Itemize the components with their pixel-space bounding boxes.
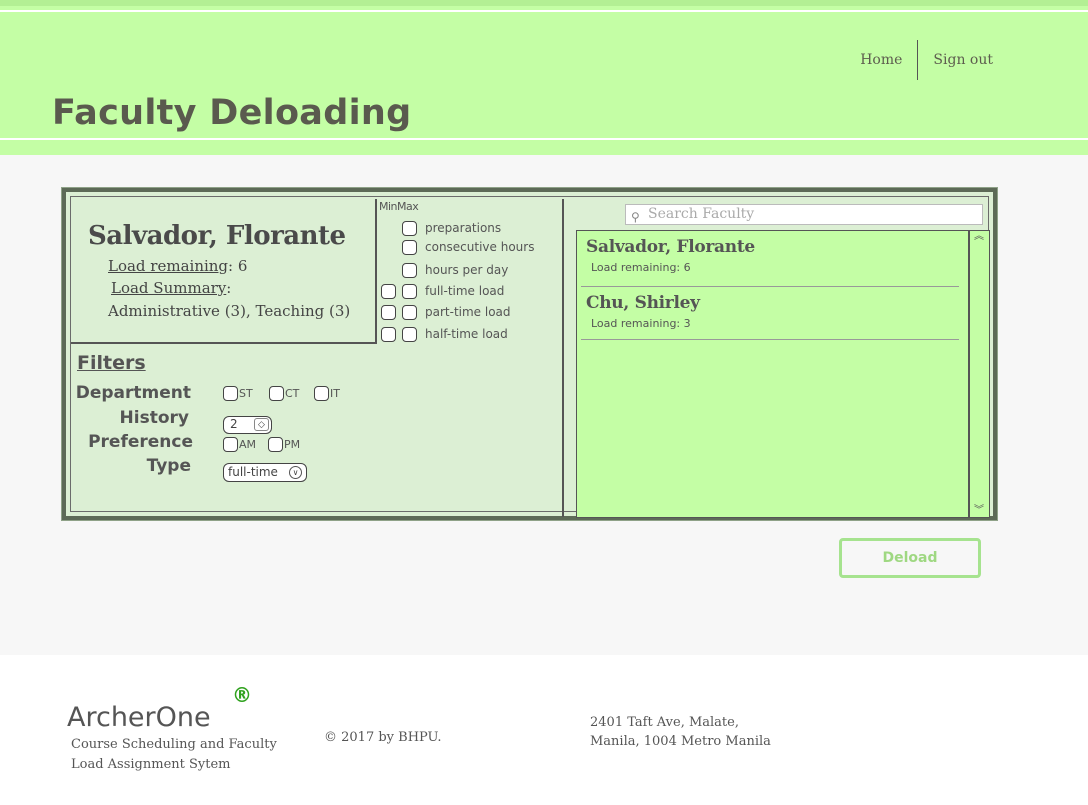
stepper-arrows-icon[interactable]: ◇	[254, 418, 269, 431]
department-option-ct[interactable]: CT	[269, 386, 299, 401]
footer-address: 2401 Taft Ave, Malate, Manila, 1004 Metr…	[590, 713, 771, 751]
history-value: 2	[230, 417, 238, 431]
preference-option-label: AM	[239, 438, 257, 451]
constraint-row: full-time load	[381, 281, 504, 301]
faculty-list-name: Salvador, Florante	[586, 237, 755, 257]
search-placeholder: Search Faculty	[648, 206, 755, 222]
header-line-bottom	[0, 138, 1088, 140]
constraint-row: part-time load	[381, 302, 511, 322]
constraint-row: half-time load	[381, 324, 508, 344]
constraint-label: full-time load	[425, 284, 505, 298]
type-select[interactable]: full-time ∨	[223, 463, 307, 482]
preference-option-am[interactable]: AM	[223, 437, 256, 452]
preference-label: Preference	[88, 432, 193, 452]
max-checkbox[interactable]	[402, 304, 417, 320]
preference-checkbox[interactable]	[223, 437, 238, 452]
footer-brand: ArcherOne	[67, 702, 211, 733]
site-footer: ArcherOne ® Course Scheduling and Facult…	[0, 655, 1088, 805]
search-faculty-input[interactable]: ⚲ Search Faculty	[625, 204, 983, 225]
nav-signout-link[interactable]: Sign out	[918, 40, 1008, 80]
preference-option-label: PM	[284, 438, 301, 451]
selected-faculty-box: Salvador, Florante Load remaining: 6 Loa…	[71, 199, 377, 344]
faculty-list-scrollbar[interactable]: ︽ ︾	[969, 230, 990, 518]
min-checkbox[interactable]	[381, 283, 396, 299]
type-label: Type	[146, 456, 191, 476]
constraint-label: hours per day	[425, 263, 509, 277]
scroll-up-icon[interactable]: ︽	[970, 232, 988, 242]
footer-copyright: © 2017 by BHPU.	[324, 730, 442, 745]
max-checkbox[interactable]	[402, 220, 417, 236]
load-summary-value: Administrative (3), Teaching (3)	[108, 302, 351, 320]
min-max-header: MinMax	[379, 200, 419, 213]
nav-home-link[interactable]: Home	[845, 40, 917, 80]
faculty-list-item[interactable]: Salvador, Florante Load remaining: 6	[581, 237, 959, 287]
preference-option-pm[interactable]: PM	[268, 437, 300, 452]
registered-mark: ®	[232, 683, 252, 707]
max-checkbox[interactable]	[402, 239, 417, 255]
load-summary: Load Summary:	[111, 279, 231, 297]
top-nav: Home Sign out	[845, 40, 1008, 80]
load-remaining-label: Load remaining	[108, 257, 229, 275]
constraint-row: hours per day	[381, 260, 508, 280]
faculty-list-name: Chu, Shirley	[586, 293, 700, 313]
min-label: Min	[379, 200, 398, 213]
scroll-down-icon[interactable]: ︾	[970, 506, 988, 516]
panel-inner: Salvador, Florante Load remaining: 6 Loa…	[70, 196, 990, 518]
faculty-list-item[interactable]: Chu, Shirley Load remaining: 3	[581, 293, 959, 340]
constraint-label: part-time load	[425, 305, 511, 319]
address-line-1: 2401 Taft Ave, Malate,	[590, 715, 739, 730]
department-option-st[interactable]: ST	[223, 386, 253, 401]
site-header: Home Sign out Faculty Deloading	[0, 0, 1088, 155]
max-checkbox[interactable]	[402, 326, 417, 342]
load-remaining-value: : 6	[228, 257, 248, 275]
constraint-label: half-time load	[425, 327, 508, 341]
min-checkbox[interactable]	[381, 326, 396, 342]
department-label: Department	[75, 383, 191, 403]
history-stepper[interactable]: 2 ◇	[223, 416, 272, 434]
footer-tagline: Course Scheduling and Faculty Load Assig…	[71, 737, 277, 772]
chevron-down-icon: ∨	[289, 466, 302, 479]
max-checkbox[interactable]	[402, 283, 417, 299]
department-option-label: IT	[330, 387, 340, 400]
constraint-label: preparations	[425, 221, 502, 235]
max-checkbox[interactable]	[402, 262, 417, 278]
load-summary-label: Load Summary	[111, 279, 227, 297]
department-checkbox[interactable]	[314, 386, 329, 401]
constraint-row: preparations	[381, 218, 501, 238]
faculty-list-load: Load remaining: 6	[591, 261, 691, 274]
department-option-label: ST	[239, 387, 253, 400]
department-checkbox[interactable]	[223, 386, 238, 401]
min-checkbox[interactable]	[381, 304, 396, 320]
filters-title: Filters	[77, 352, 146, 374]
max-label: Max	[397, 200, 419, 213]
deloading-panel: Salvador, Florante Load remaining: 6 Loa…	[61, 187, 998, 521]
header-line-top	[0, 10, 1088, 12]
panel-divider	[562, 199, 564, 517]
constraint-row: consecutive hours	[381, 237, 534, 257]
history-label: History	[119, 408, 189, 428]
header-top-band	[0, 0, 1088, 6]
department-checkbox[interactable]	[269, 386, 284, 401]
department-option-label: CT	[285, 387, 300, 400]
preference-checkbox[interactable]	[268, 437, 283, 452]
department-option-it[interactable]: IT	[314, 386, 340, 401]
deload-button[interactable]: Deload	[839, 538, 981, 578]
address-line-2: Manila, 1004 Metro Manila	[590, 734, 771, 749]
search-icon: ⚲	[631, 210, 640, 224]
faculty-list: Salvador, Florante Load remaining: 6 Chu…	[576, 230, 969, 518]
constraint-label: consecutive hours	[425, 240, 535, 254]
page-title: Faculty Deloading	[52, 93, 412, 133]
type-value: full-time	[228, 465, 278, 479]
selected-faculty-name: Salvador, Florante	[88, 221, 346, 251]
load-summary-colon: :	[226, 279, 232, 297]
load-remaining: Load remaining: 6	[108, 257, 247, 275]
faculty-list-load: Load remaining: 3	[591, 317, 691, 330]
